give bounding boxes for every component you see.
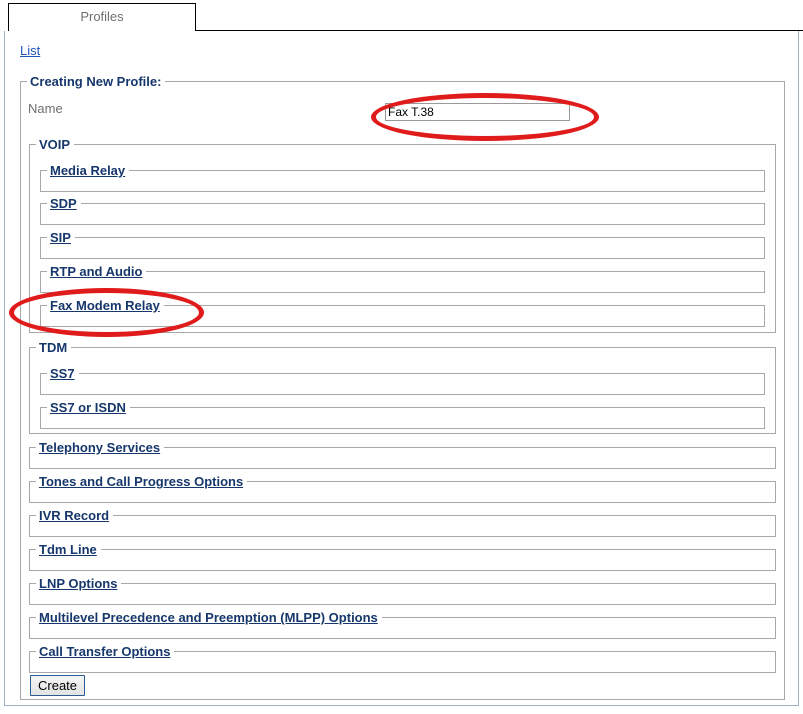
section-lnp-options: LNP Options: [29, 576, 776, 605]
section-link-tones-and-call-progress-options[interactable]: Tones and Call Progress Options: [39, 474, 243, 489]
tab-profiles[interactable]: Profiles: [8, 3, 196, 31]
section-ivr-record: IVR Record: [29, 508, 776, 537]
tab-strip: Profiles: [0, 0, 803, 32]
section-rtp-and-audio: RTP and Audio: [40, 264, 765, 293]
section-tdm-line: Tdm Line: [29, 542, 776, 571]
section-link-media-relay[interactable]: Media Relay: [50, 163, 125, 178]
section-link-lnp-options[interactable]: LNP Options: [39, 576, 117, 591]
section-mlpp-options: Multilevel Precedence and Preemption (ML…: [29, 610, 776, 639]
section-tones-and-call-progress-options: Tones and Call Progress Options: [29, 474, 776, 503]
section-link-fax-modem-relay[interactable]: Fax Modem Relay: [50, 298, 160, 313]
section-link-rtp-and-audio[interactable]: RTP and Audio: [50, 264, 142, 279]
name-label: Name: [28, 101, 63, 116]
section-link-sdp[interactable]: SDP: [50, 196, 77, 211]
tab-strip-divider: [196, 30, 803, 31]
group-tdm-legend: TDM: [39, 340, 68, 355]
section-link-ss7[interactable]: SS7: [50, 366, 75, 381]
section-call-transfer-options: Call Transfer Options: [29, 644, 776, 673]
section-sip: SIP: [40, 230, 765, 259]
section-ss7: SS7: [40, 366, 765, 395]
section-link-mlpp-options[interactable]: Multilevel Precedence and Preemption (ML…: [39, 610, 378, 625]
section-link-sip[interactable]: SIP: [50, 230, 71, 245]
section-link-tdm-line[interactable]: Tdm Line: [39, 542, 97, 557]
section-sdp: SDP: [40, 196, 765, 225]
section-link-telephony-services[interactable]: Telephony Services: [39, 440, 160, 455]
name-input[interactable]: [385, 103, 570, 121]
section-link-ss7-or-isdn[interactable]: SS7 or ISDN: [50, 400, 126, 415]
create-button[interactable]: Create: [30, 675, 86, 696]
section-telephony-services: Telephony Services: [29, 440, 776, 469]
section-media-relay: Media Relay: [40, 163, 765, 192]
section-link-ivr-record[interactable]: IVR Record: [39, 508, 109, 523]
section-fax-modem-relay: Fax Modem Relay: [40, 298, 765, 327]
section-ss7-or-isdn: SS7 or ISDN: [40, 400, 765, 429]
list-link[interactable]: List: [20, 43, 40, 58]
group-voip-legend: VOIP: [39, 137, 71, 152]
creating-new-profile-legend: Creating New Profile:: [30, 74, 162, 89]
section-link-call-transfer-options[interactable]: Call Transfer Options: [39, 644, 170, 659]
